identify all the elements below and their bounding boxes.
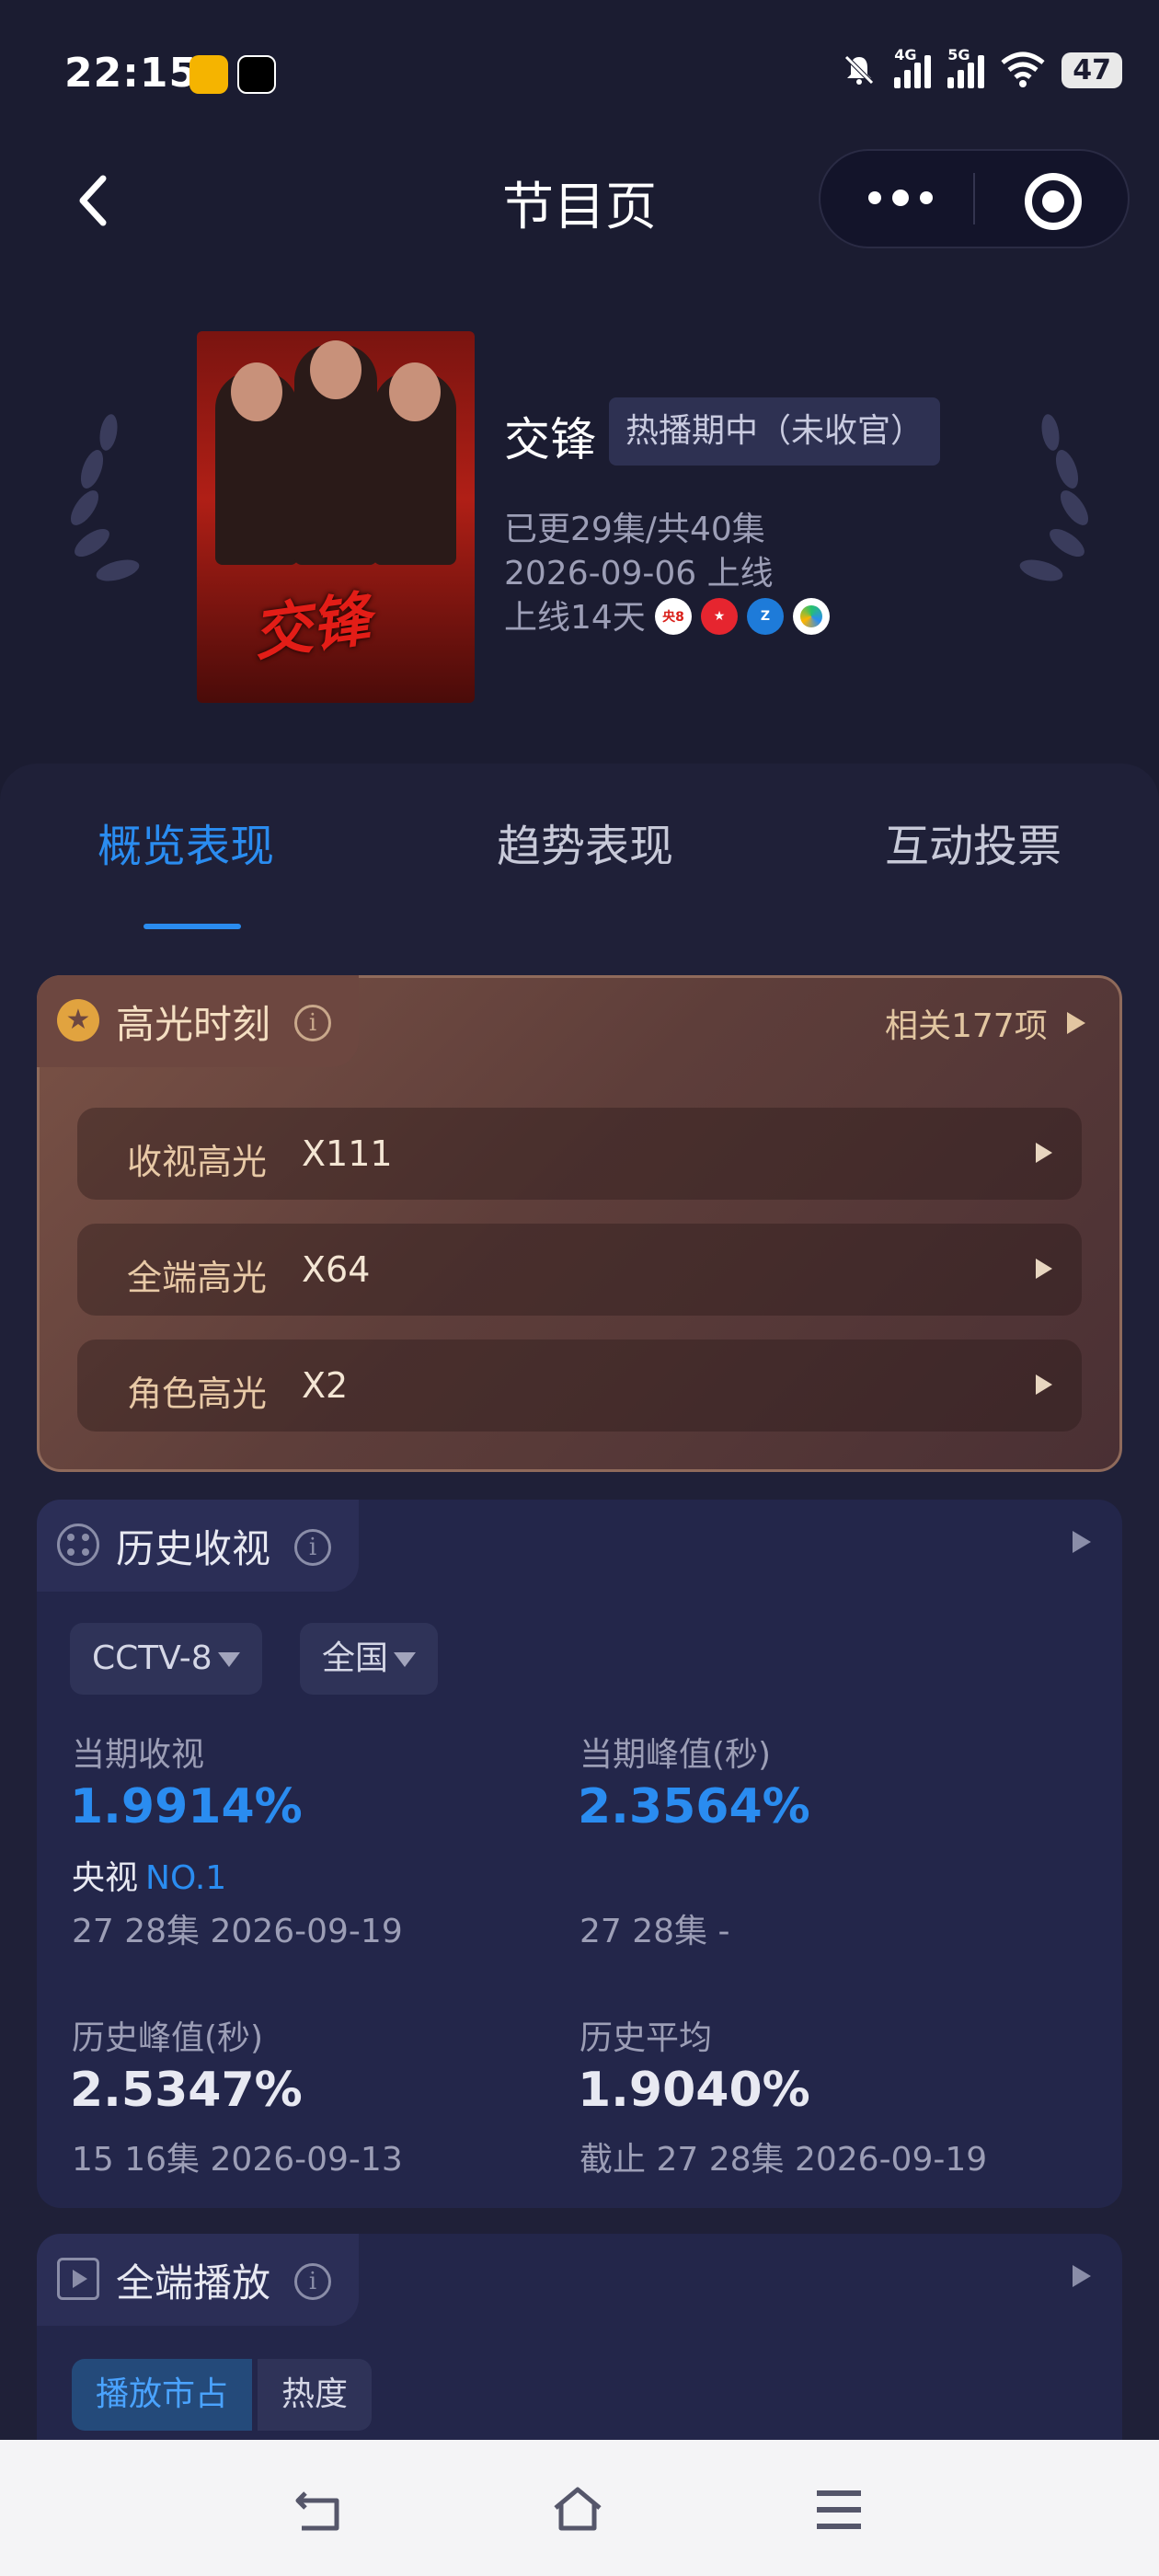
battery-indicator: 47 [1061,52,1122,88]
system-home-icon[interactable] [550,2486,605,2534]
play-icon [57,2258,99,2300]
channel-dropdown-value: CCTV-8 [92,1639,212,1677]
highlight-row-label: 角色高光 [127,1374,268,1414]
weibo-notification-icon [189,55,228,94]
current-peak-episode: 27 28集 - [580,1913,730,1950]
highlight-row-label: 全端高光 [127,1258,268,1298]
laurel-left-icon [70,414,140,581]
related-arrow-icon[interactable] [1067,1012,1085,1034]
highlight-row-value: X111 [302,1133,393,1174]
highlight-row-label: 收视高光 [127,1142,268,1182]
row-arrow-icon [1036,1143,1052,1163]
dropdown-caret-icon [394,1652,417,1667]
star-badge-icon: ★ [57,999,99,1041]
system-navigation-bar [0,2440,1159,2576]
segment-heat[interactable]: 热度 [258,2359,373,2431]
highlight-row-all-platform[interactable]: 全端高光 X64 [77,1224,1082,1316]
airing-status-badge: 热播期中（未收官） [609,397,941,466]
highlights-related-link[interactable]: 相关177项 [885,999,1048,1047]
premiere-date: 2026-09-06 上线 [504,555,774,592]
current-rating-episode: 27 28集 2026-09-19 [72,1913,403,1950]
current-rating-label: 当期收视 [72,1736,205,1774]
current-peak-label: 当期峰值(秒) [580,1736,772,1774]
segment-market-share[interactable]: 播放市占 [72,2359,253,2431]
channel-dropdown[interactable]: CCTV-8 [70,1623,262,1695]
tab-overview[interactable]: 概览表现 [98,810,274,874]
system-menu-icon[interactable] [811,2486,866,2534]
highlight-row-value: X2 [302,1365,349,1406]
ratings-more-arrow-icon[interactable] [1073,1531,1091,1553]
cctv-rank: 央视 NO.1 [72,1851,226,1899]
cellular-5g-icon: 5G [947,46,985,88]
cctv8-icon: 央8 [655,598,692,635]
highlight-row-ratings[interactable]: 收视高光 X111 [77,1108,1082,1200]
dragon-tv-icon: ★ [701,598,738,635]
status-bar: 22:15 4G 5G 47 [0,0,1159,147]
current-rating-value: 1.9914% [70,1779,303,1834]
streaming-app-icon [793,598,830,635]
historical-average-label: 历史平均 [580,2019,713,2057]
highlight-row-character[interactable]: 角色高光 X2 [77,1340,1082,1432]
region-dropdown-value: 全国 [322,1639,389,1677]
days-online: 上线14天 [504,599,646,637]
historical-peak-episode: 15 16集 2026-09-13 [72,2141,403,2179]
playback-info-icon[interactable]: i [294,2263,331,2300]
episode-progress: 已更29集/共40集 [504,511,765,548]
cellular-4g-icon: 4G [894,46,932,88]
more-options-icon[interactable] [868,184,935,212]
show-poster[interactable]: 交锋 [197,331,475,703]
playback-more-arrow-icon[interactable] [1073,2265,1091,2287]
show-title: 交锋 [504,413,596,466]
row-arrow-icon [1036,1259,1052,1279]
row-arrow-icon [1036,1374,1052,1395]
film-reel-icon [57,1524,99,1566]
capsule-divider [973,173,975,224]
active-tab-indicator [143,924,241,929]
mute-bell-icon [844,55,875,85]
rank-value: NO.1 [145,1859,227,1897]
rank-prefix: 央视 [72,1859,139,1897]
region-dropdown[interactable]: 全国 [300,1623,439,1695]
tab-voting[interactable]: 互动投票 [885,810,1061,874]
network-4g-label: 4G [894,46,917,63]
system-back-icon[interactable] [293,2486,348,2534]
close-mini-program-icon[interactable] [1025,173,1082,230]
network-5g-label: 5G [947,46,970,63]
historical-average-episode: 截止 27 28集 2026-09-19 [580,2141,988,2179]
laurel-right-icon [1019,414,1089,581]
poster-title-text: 交锋 [248,585,375,670]
historical-peak-value: 2.5347% [70,2063,303,2118]
zhejiang-tv-icon: Z [747,598,784,635]
highlights-title: 高光时刻 [116,1002,271,1047]
ratings-title: 历史收视 [116,1526,271,1571]
tab-trends[interactable]: 趋势表现 [497,810,673,874]
highlights-info-icon[interactable]: i [294,1005,331,1041]
capcut-notification-icon [237,55,276,94]
wifi-icon [1001,52,1045,87]
dropdown-caret-icon [217,1652,240,1667]
broadcast-channels: 央8 ★ Z [655,598,830,635]
historical-average-value: 1.9040% [578,2063,810,2118]
highlight-row-value: X64 [302,1249,371,1290]
ratings-info-icon[interactable]: i [294,1529,331,1566]
playback-title: 全端播放 [116,2260,271,2306]
status-time: 22:15 [64,50,199,97]
historical-peak-label: 历史峰值(秒) [72,2019,264,2057]
current-peak-value: 2.3564% [578,1779,810,1834]
